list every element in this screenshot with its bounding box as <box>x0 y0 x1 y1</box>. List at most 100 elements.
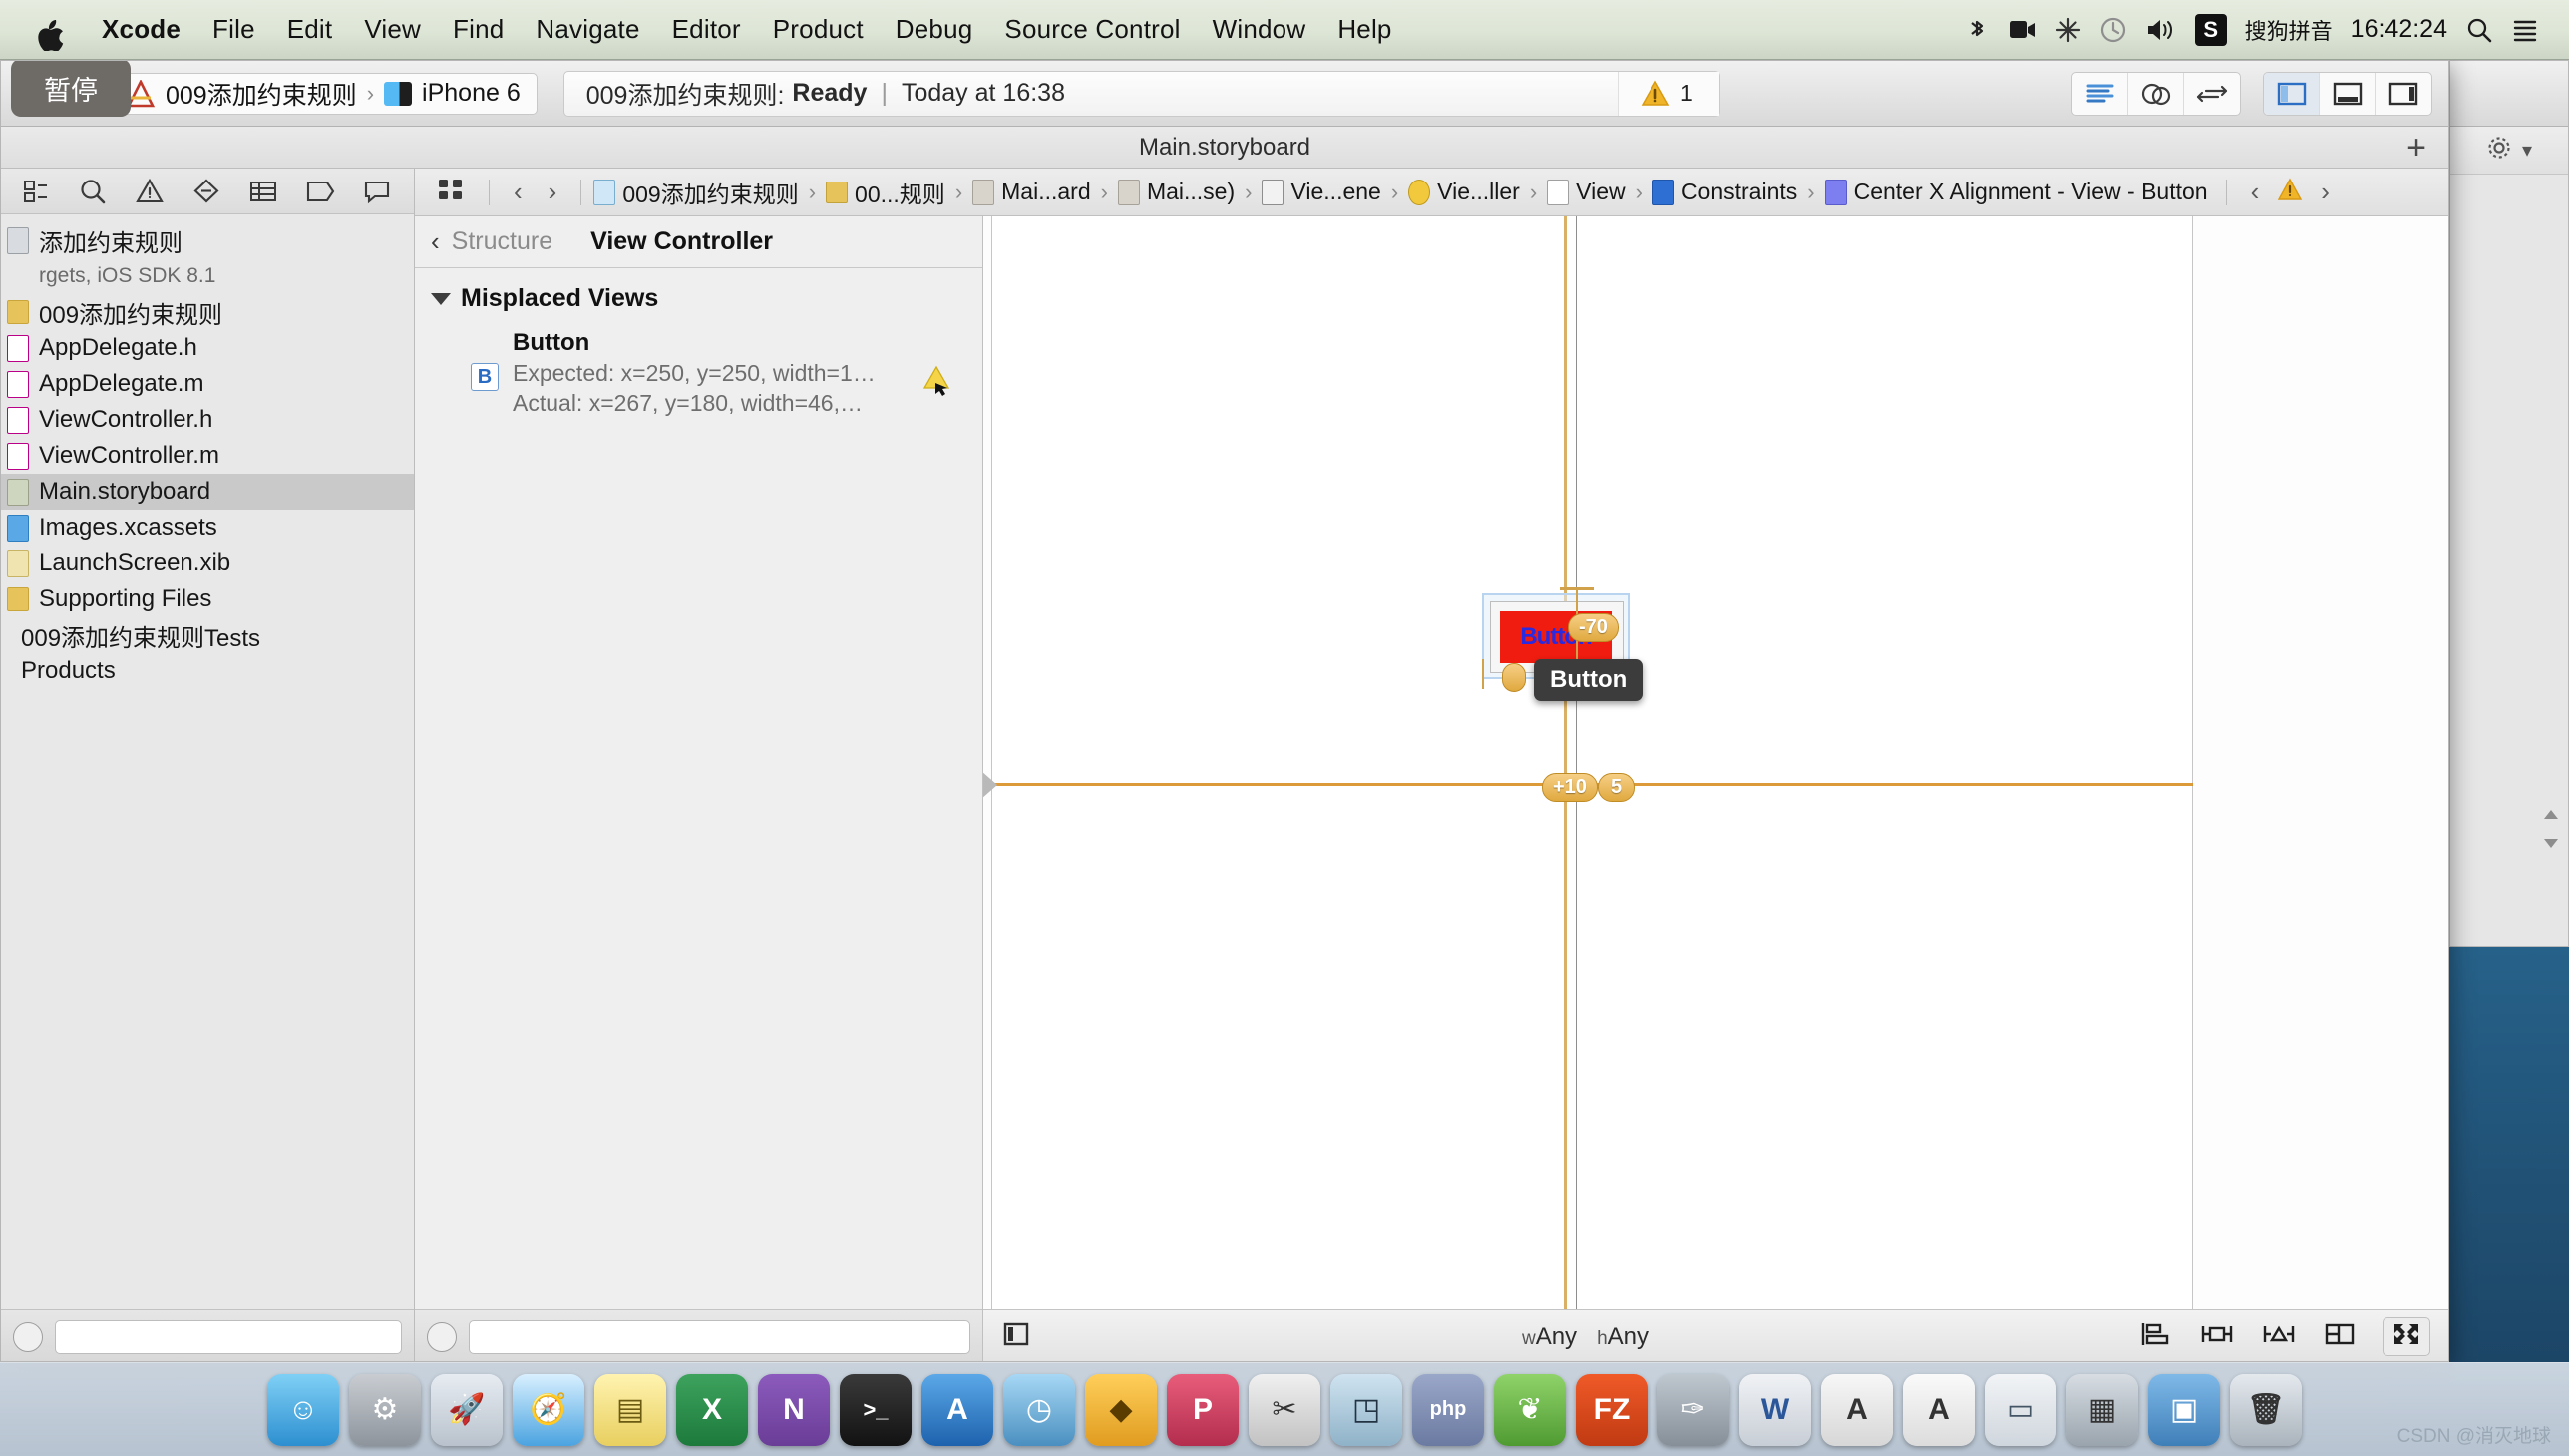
paint-icon[interactable]: ✑ <box>1657 1373 1729 1446</box>
search-icon[interactable] <box>2465 16 2493 44</box>
nav-row-viewcontroller-h[interactable]: ViewController.h <box>1 402 414 438</box>
plus-icon[interactable]: + <box>2406 131 2426 165</box>
misplaced-view-issue-row[interactable]: B Button Expected: x=250, y=250, width=1… <box>415 313 982 417</box>
warning-icon[interactable] <box>2273 178 2307 206</box>
screenshot-icon[interactable]: ◳ <box>1330 1373 1402 1446</box>
instruments-icon[interactable]: ◷ <box>1003 1373 1075 1446</box>
nav-row-appdelegate-m[interactable]: AppDelegate.m <box>1 366 414 402</box>
status-badge[interactable]: 1 <box>1617 71 1719 116</box>
wallpaper-icon[interactable]: ▣ <box>2148 1373 2220 1446</box>
php-icon[interactable]: php <box>1412 1373 1484 1446</box>
plus-circle-icon[interactable] <box>13 1321 43 1352</box>
menu-item-editor[interactable]: Editor <box>656 14 757 45</box>
nav-row-products[interactable]: Products <box>1 653 414 689</box>
system-preferences-icon[interactable]: ⚙ <box>349 1373 421 1446</box>
search-navigator-icon[interactable] <box>64 170 121 213</box>
preview-icon[interactable]: ▭ <box>1985 1373 2056 1446</box>
warning-fix-icon[interactable] <box>922 365 956 402</box>
misplaced-views-group[interactable]: Misplaced Views <box>415 284 982 313</box>
menu-item-file[interactable]: File <box>196 14 271 45</box>
airplay-icon[interactable] <box>2055 17 2081 43</box>
outline-filter-field[interactable] <box>469 1319 970 1354</box>
scroll-arrows[interactable] <box>2540 807 2562 851</box>
standard-editor-icon[interactable] <box>2072 72 2128 115</box>
vertical-spacing-badge[interactable]: -70 <box>1568 613 1619 642</box>
leading-constraint-badge[interactable] <box>1502 663 1526 692</box>
terminal-icon[interactable]: >_ <box>840 1373 912 1446</box>
apple-icon[interactable] <box>32 11 66 51</box>
nav-row-viewcontroller-m[interactable]: ViewController.m <box>1 438 414 474</box>
filezilla-icon[interactable]: FZ <box>1576 1373 1648 1446</box>
nav-row-launchscreen-xib[interactable]: LaunchScreen.xib <box>1 546 414 581</box>
excel-icon[interactable]: X <box>676 1373 748 1446</box>
navigator-filter-field[interactable] <box>55 1319 402 1354</box>
menu-item-debug[interactable]: Debug <box>880 14 989 45</box>
breadcrumb-project[interactable]: 009添加约束规则 <box>593 176 799 209</box>
utilities-toggle-icon[interactable] <box>2376 73 2431 115</box>
menu-item-source-control[interactable]: Source Control <box>988 14 1196 45</box>
gear-icon[interactable] <box>2486 135 2512 166</box>
notes-icon[interactable]: ▤ <box>594 1373 666 1446</box>
stack-icon[interactable] <box>2323 1320 2357 1353</box>
archive-icon[interactable]: ▦ <box>2066 1373 2138 1446</box>
menu-item-help[interactable]: Help <box>1321 14 1407 45</box>
breadcrumb-view[interactable]: View <box>1547 179 1626 205</box>
breadcrumb-scene[interactable]: Vie...ene <box>1262 179 1381 205</box>
breadcrumb-group[interactable]: 00...规则 <box>826 176 945 209</box>
nav-row-images-xcassets[interactable]: Images.xcassets <box>1 510 414 546</box>
nav-row-main-storyboard[interactable]: Main.storyboard <box>1 474 414 510</box>
center-x-offset-badge[interactable]: +10 <box>1542 773 1598 802</box>
zoom-fit-icon[interactable] <box>2382 1317 2430 1356</box>
back-chevron-icon[interactable]: ‹ <box>502 177 535 207</box>
scheme-selector[interactable]: 009添加约束规则 › iPhone 6 <box>109 72 538 115</box>
menu-item-view[interactable]: View <box>348 14 437 45</box>
safari-icon[interactable]: 🧭 <box>513 1373 584 1446</box>
document-outline-toggle-icon[interactable] <box>1001 1320 1031 1353</box>
word-icon[interactable]: W <box>1739 1373 1811 1446</box>
debug-navigator-icon[interactable] <box>234 170 291 213</box>
menu-item-find[interactable]: Find <box>437 14 520 45</box>
menu-item-window[interactable]: Window <box>1197 14 1322 45</box>
xcode-icon[interactable]: A <box>921 1373 993 1446</box>
menu-item-edit[interactable]: Edit <box>271 14 349 45</box>
debug-area-toggle-icon[interactable] <box>2320 72 2376 115</box>
next-issue-icon[interactable]: › <box>2309 177 2342 207</box>
breadcrumb-view-controller[interactable]: Vie...ller <box>1408 179 1520 205</box>
project-navigator-icon[interactable] <box>7 170 64 213</box>
textedit-icon[interactable]: A <box>1903 1373 1975 1446</box>
trash-icon[interactable]: 🗑 <box>2230 1373 2302 1446</box>
chevron-down-icon[interactable]: ▾ <box>2522 138 2532 163</box>
disclosure-triangle-icon[interactable] <box>431 292 451 305</box>
forward-chevron-icon[interactable]: › <box>537 177 569 207</box>
bluetooth-icon[interactable] <box>1964 15 1990 45</box>
navigator-toggle-icon[interactable] <box>2264 72 2320 115</box>
nav-row-group-main[interactable]: 009添加约束规则 <box>1 294 414 330</box>
plus-circle-icon[interactable] <box>427 1321 457 1352</box>
related-items-icon[interactable] <box>425 177 477 207</box>
storyboard-canvas[interactable]: Button -70 Button +10 5 <box>983 216 2448 1309</box>
resolve-issues-icon[interactable] <box>2261 1320 2297 1353</box>
breakpoint-navigator-icon[interactable] <box>291 170 348 213</box>
project-file-list[interactable]: 添加约束规则 rgets, iOS SDK 8.1 009添加约束规则 AppD… <box>1 214 414 1309</box>
timemachine-icon[interactable] <box>2099 16 2127 44</box>
canvas-left-handle[interactable] <box>983 771 997 799</box>
issue-navigator-icon[interactable] <box>121 170 178 213</box>
nav-row-supporting-files[interactable]: Supporting Files <box>1 581 414 617</box>
test-navigator-icon[interactable] <box>178 170 234 213</box>
pin-icon[interactable] <box>2199 1320 2235 1353</box>
launchpad-icon[interactable]: 🚀 <box>431 1373 503 1446</box>
prototype-icon[interactable]: P <box>1167 1373 1239 1446</box>
structure-back-label[interactable]: Structure <box>452 227 552 256</box>
prev-issue-icon[interactable]: ‹ <box>2239 177 2272 207</box>
menu-bar-clock[interactable]: 16:42:24 <box>2351 15 2447 44</box>
nav-row-tests-group[interactable]: 009添加约束规则Tests <box>1 617 414 653</box>
input-method-label[interactable]: 搜狗拼音 <box>2245 14 2333 46</box>
finder-icon[interactable]: ☺ <box>267 1373 339 1446</box>
align-icon[interactable] <box>2139 1320 2173 1353</box>
report-navigator-icon[interactable] <box>348 170 405 213</box>
scissors-icon[interactable]: ✂ <box>1249 1373 1320 1446</box>
onenote-icon[interactable]: N <box>758 1373 830 1446</box>
plant-icon[interactable]: ❦ <box>1494 1373 1566 1446</box>
menu-item-navigate[interactable]: Navigate <box>520 14 655 45</box>
breadcrumb-storyboard-base[interactable]: Mai...se) <box>1117 179 1235 205</box>
